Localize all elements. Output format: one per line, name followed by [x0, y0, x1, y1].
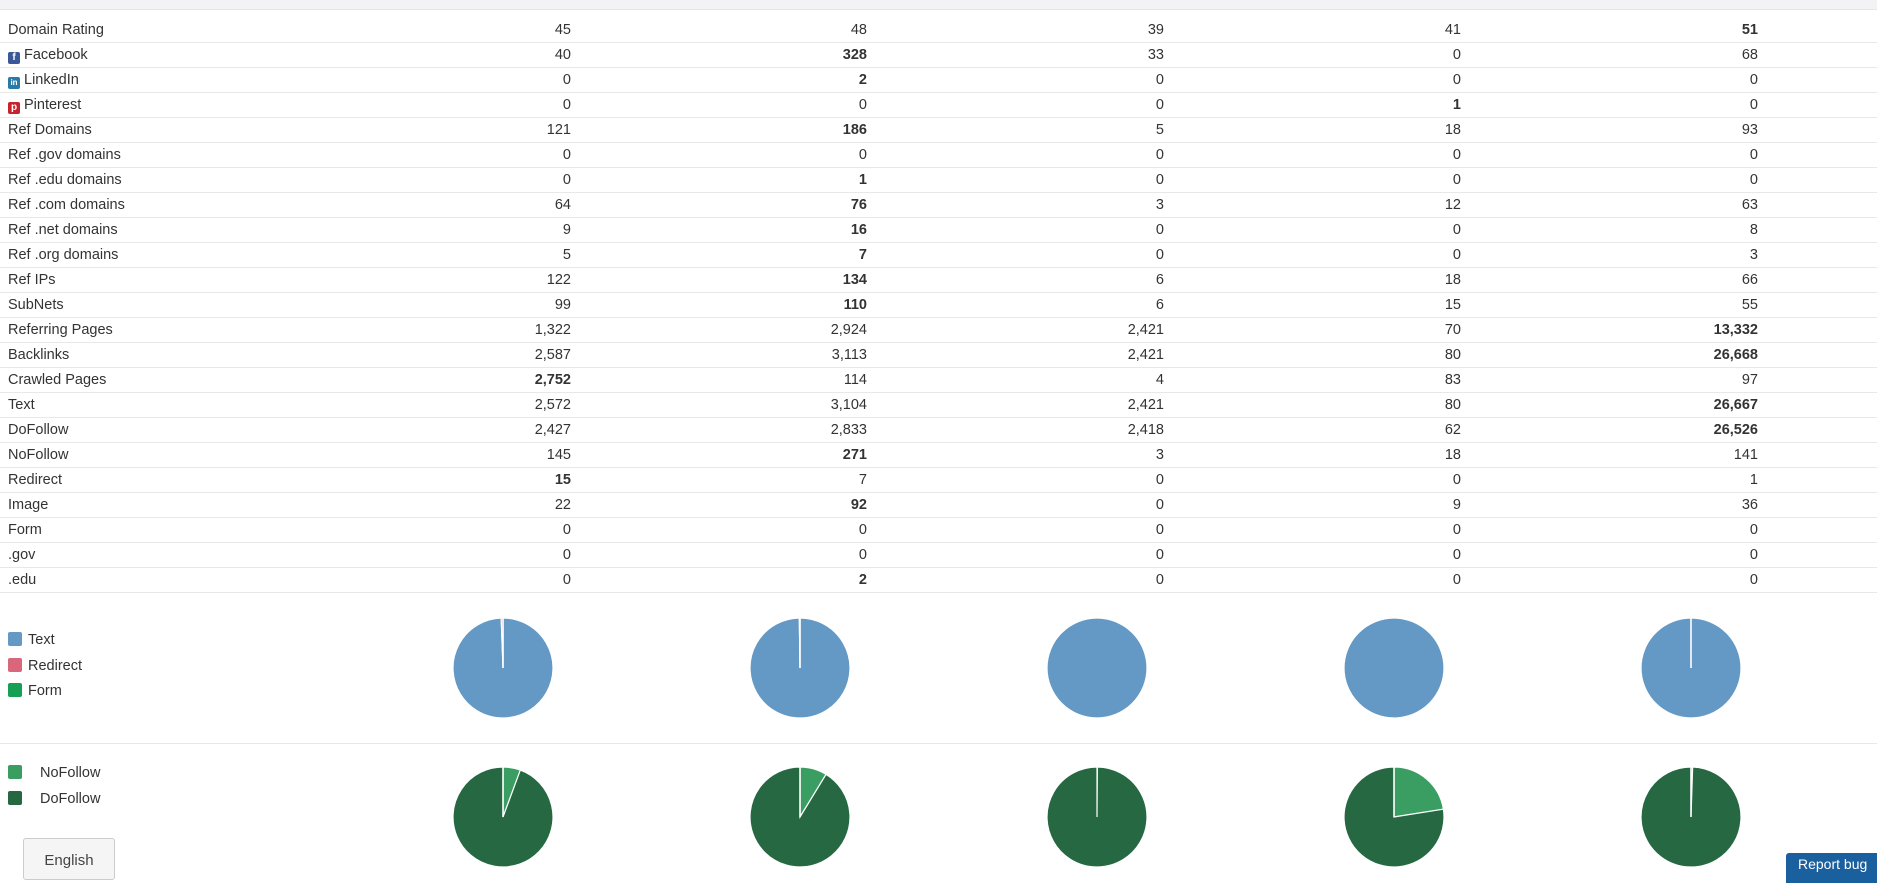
- link-type-pie-slice-text: [1047, 618, 1147, 718]
- link-type-pie-slice-text: [1344, 618, 1444, 718]
- follow-pie-slice-dofollow: [1047, 767, 1147, 867]
- pie-charts: [0, 0, 1877, 868]
- language-button[interactable]: English: [23, 838, 115, 880]
- follow-pie-slice-nofollow: [1394, 767, 1443, 817]
- report-bug-button[interactable]: Report bug: [1786, 853, 1877, 883]
